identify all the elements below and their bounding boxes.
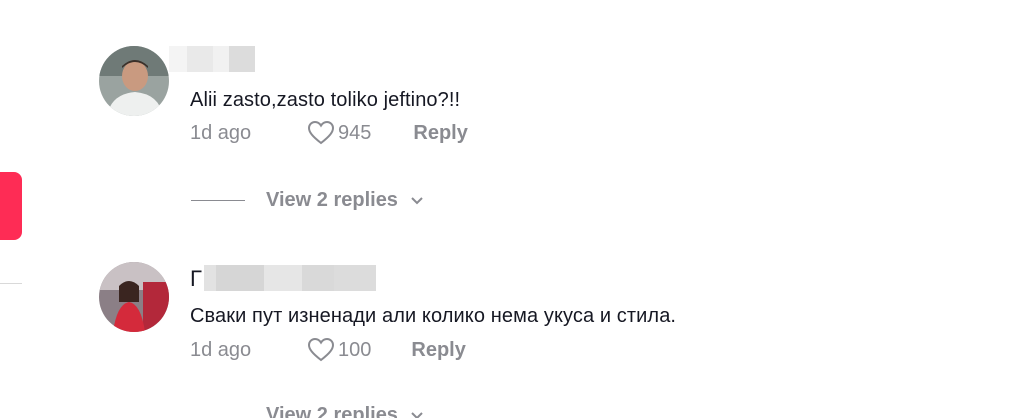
avatar[interactable] — [99, 46, 169, 116]
avatar[interactable] — [99, 262, 169, 332]
like-button[interactable]: 945 — [306, 120, 371, 146]
side-divider — [0, 283, 22, 284]
view-replies-button[interactable]: View 2 replies — [266, 404, 424, 418]
view-replies-button[interactable]: View 2 replies — [191, 189, 424, 212]
side-action-button[interactable] — [0, 172, 22, 240]
divider-line — [191, 200, 245, 201]
username-redacted[interactable] — [169, 46, 255, 72]
view-replies-label: View 2 replies — [266, 189, 398, 211]
username-redacted — [204, 265, 376, 291]
username[interactable]: Г — [190, 266, 202, 292]
comment-text: Сваки пут изненади али колико нема укуса… — [190, 305, 677, 327]
view-replies-label: View 2 replies — [266, 404, 398, 418]
heart-icon — [307, 337, 335, 362]
chevron-down-icon — [411, 196, 423, 204]
like-count: 100 — [338, 338, 372, 361]
reply-button[interactable]: Reply — [413, 122, 467, 145]
avatar-photo — [99, 46, 169, 116]
heart-icon — [307, 120, 335, 145]
like-count: 945 — [338, 121, 372, 144]
chevron-down-icon — [411, 411, 423, 418]
like-button[interactable]: 100 — [306, 337, 371, 363]
reply-button[interactable]: Reply — [411, 339, 465, 362]
comment-time: 1d ago — [190, 338, 252, 361]
comment-meta: 1d ago 100 Reply — [190, 337, 466, 363]
comment-text: Alii zasto,zasto toliko jeftino?!! — [190, 89, 461, 111]
avatar-photo — [99, 262, 169, 332]
comment-time: 1d ago — [190, 121, 252, 144]
comment-meta: 1d ago 945 Reply — [190, 120, 468, 146]
